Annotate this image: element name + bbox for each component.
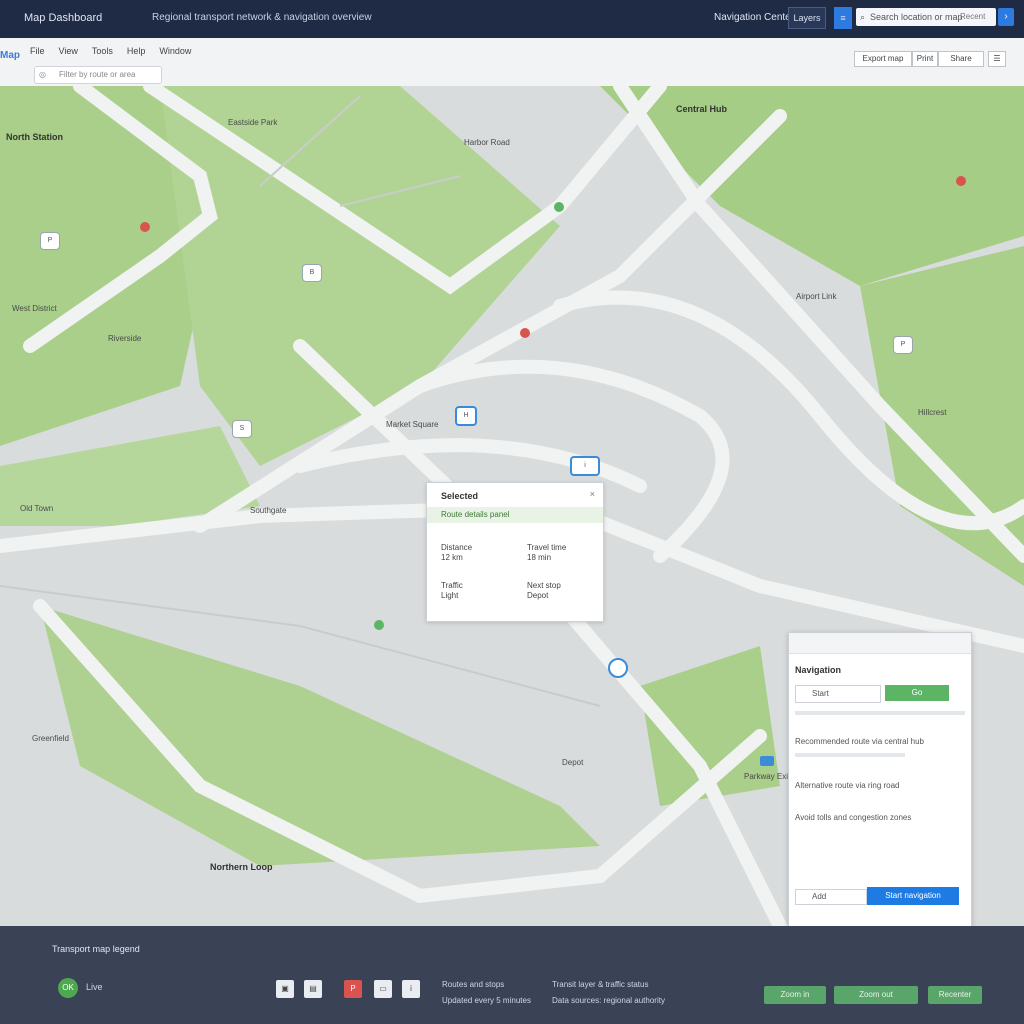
transit-icon[interactable] [760, 756, 774, 766]
logo: Map [0, 50, 20, 61]
add-waypoint-input[interactable]: Add [795, 889, 867, 905]
legend-transit: Transit layer & traffic status [552, 980, 649, 989]
filter-input[interactable]: ◎ Filter by route or area [34, 66, 162, 84]
legend-title: Transport map legend [52, 944, 140, 954]
map-label: Old Town [20, 504, 54, 513]
poi-pin-icon[interactable] [140, 222, 150, 232]
app-title: Map Dashboard [24, 12, 103, 24]
menu-file[interactable]: File [30, 46, 45, 56]
legend-sources: Data sources: regional authority [552, 996, 665, 1005]
go-button[interactable]: Go [885, 685, 949, 701]
popup-subtitle: Route details panel [427, 507, 603, 523]
station-marker[interactable]: S [232, 420, 252, 438]
menu-window[interactable]: Window [159, 46, 191, 56]
map-label: Airport Link [796, 292, 837, 301]
bus-icon[interactable]: ▣ [276, 980, 294, 998]
close-icon[interactable]: × [590, 489, 595, 499]
search-button[interactable]: › [998, 8, 1014, 26]
poi-pin-icon[interactable] [520, 328, 530, 338]
map-label: Market Square [386, 420, 439, 429]
divider [795, 753, 905, 757]
menu-view[interactable]: View [59, 46, 78, 56]
panel-header [789, 633, 971, 654]
poi-pin-icon[interactable] [554, 202, 564, 212]
train-icon[interactable]: ▤ [304, 980, 322, 998]
menu-bar: File View Tools Help Window [30, 46, 191, 56]
start-navigation-button[interactable]: Start navigation [867, 887, 959, 905]
toolbar: Map File View Tools Help Window ◎ Filter… [0, 38, 1024, 87]
legend-routes: Routes and stops [442, 980, 505, 989]
map-label: Hillcrest [918, 408, 947, 417]
app-subtitle: Regional transport network & navigation … [152, 12, 372, 23]
info-marker[interactable]: i [570, 456, 600, 476]
hospital-marker[interactable]: H [455, 406, 477, 426]
map-label: Northern Loop [210, 862, 273, 872]
list-icon[interactable]: ☰ [988, 51, 1006, 67]
map-label: Riverside [108, 334, 142, 343]
zoom-out-button[interactable]: Zoom out [834, 986, 918, 1004]
map-label: Depot [562, 758, 584, 767]
map-label: Central Hub [676, 104, 728, 114]
distance-label: Distance [441, 543, 473, 552]
status-badge: OK [58, 978, 78, 998]
menu-help[interactable]: Help [127, 46, 146, 56]
user-label[interactable]: Navigation Center [714, 12, 794, 23]
poi-pin-icon[interactable] [374, 620, 384, 630]
parking-marker[interactable]: P [893, 336, 913, 354]
menu-icon[interactable]: ≡ [834, 7, 852, 29]
panel-title: Navigation [795, 665, 842, 675]
route-option[interactable]: Avoid tolls and congestion zones [795, 813, 911, 822]
filter-icon: ◎ [39, 70, 46, 79]
status-value: Live [86, 982, 103, 992]
map-label: Eastside Park [228, 118, 278, 127]
parking-marker[interactable]: P [40, 232, 60, 250]
map-label: North Station [6, 132, 63, 142]
progress-bar [795, 711, 965, 715]
next-stop-label: Next stop [527, 581, 561, 590]
map-label: Parkway Exit [744, 772, 791, 781]
bike-icon[interactable]: ▭ [374, 980, 392, 998]
time-value: 18 min [527, 553, 552, 562]
time-label: Travel time [527, 543, 567, 552]
traffic-label: Traffic [441, 581, 463, 590]
legend-updated: Updated every 5 minutes [442, 996, 531, 1005]
top-bar: Map Dashboard Regional transport network… [0, 0, 1024, 38]
map-label: Greenfield [32, 734, 69, 743]
distance-value: 12 km [441, 553, 463, 562]
export-map-button[interactable]: Export map [854, 51, 912, 67]
layers-button[interactable]: Layers [788, 7, 826, 29]
next-stop-value: Depot [527, 591, 549, 600]
recenter-button[interactable]: Recenter [928, 986, 982, 1004]
footer: Transport map legend OK Live ▣ ▤ P ▭ i R… [0, 926, 1024, 1024]
route-option[interactable]: Alternative route via ring road [795, 781, 900, 790]
search-icon: ⌕ [860, 12, 866, 22]
bus-stop-marker[interactable]: B [302, 264, 322, 282]
print-button[interactable]: Print [912, 51, 938, 67]
share-button[interactable]: Share [938, 51, 984, 67]
map-label: Harbor Road [464, 138, 510, 147]
start-input[interactable]: Start [795, 685, 881, 703]
map-label: West District [12, 304, 57, 313]
navigation-panel: Navigation Start Go Recommended route vi… [788, 632, 972, 927]
info-icon[interactable]: i [402, 980, 420, 998]
location-pin-icon[interactable] [608, 658, 628, 678]
poi-pin-icon[interactable] [956, 176, 966, 186]
parking-icon[interactable]: P [344, 980, 362, 998]
map-label: Southgate [250, 506, 287, 515]
route-option[interactable]: Recommended route via central hub [795, 737, 924, 746]
zoom-in-button[interactable]: Zoom in [764, 986, 826, 1004]
menu-tools[interactable]: Tools [92, 46, 113, 56]
traffic-value: Light [441, 591, 459, 600]
popup-title: Selected [441, 491, 479, 501]
search-input[interactable]: ⌕ Search location or map Recent [856, 8, 996, 26]
route-popup: Selected × Route details panel Distance … [426, 482, 604, 622]
